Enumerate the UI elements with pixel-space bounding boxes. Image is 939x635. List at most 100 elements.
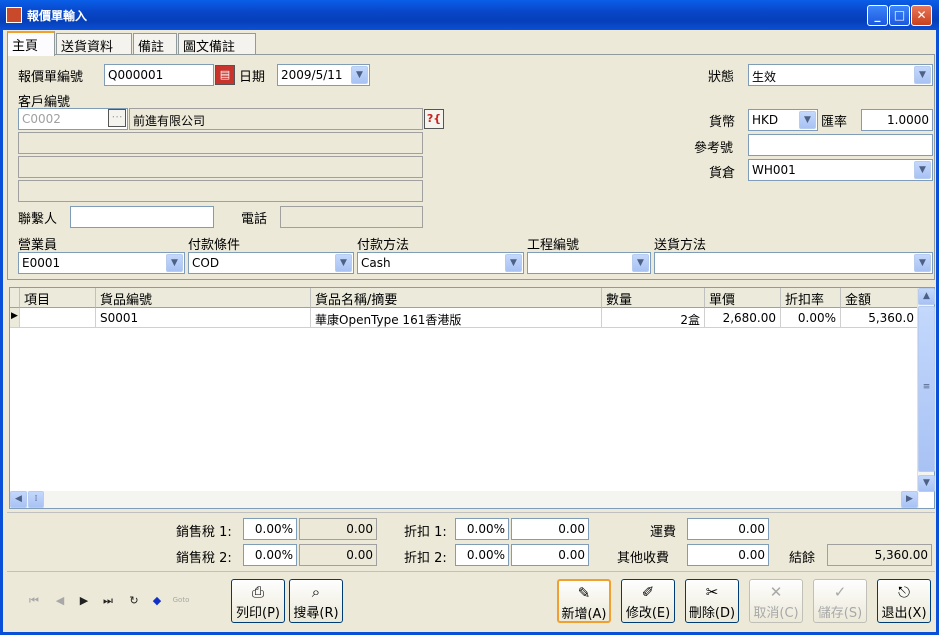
contact-label: 聯繫人 (18, 212, 58, 227)
save-button[interactable]: ✓ 儲存(S) (813, 579, 867, 623)
paymethod-label: 付款方法 (357, 238, 410, 253)
discount2-rate-field[interactable]: 0.00% (455, 544, 509, 566)
eraser-icon: ✂ (705, 583, 719, 601)
scroll-thumb[interactable]: ≡ (918, 306, 935, 472)
col-header-amount[interactable]: 金額 (841, 288, 919, 308)
date-label: 日期 (239, 70, 266, 85)
totals-footer: 銷售稅 1: 0.00% 0.00 銷售稅 2: 0.00% 0.00 折扣 1… (7, 512, 935, 569)
paymethod-select[interactable]: Cash ▼ (357, 252, 524, 274)
discount1-amount-field[interactable]: 0.00 (511, 518, 589, 540)
scroll-right-icon[interactable]: ▶ (901, 491, 918, 508)
last-record-icon[interactable]: ⏭ (99, 594, 117, 610)
chevron-down-icon[interactable]: ▼ (166, 254, 183, 272)
table-cell-item[interactable] (20, 308, 96, 328)
chevron-down-icon[interactable]: ▼ (335, 254, 352, 272)
currency-select[interactable]: HKD ▼ (748, 109, 818, 131)
printer-icon: ⎙ (251, 583, 264, 601)
col-header-name[interactable]: 貨品名稱/摘要 (311, 288, 602, 308)
exit-button[interactable]: ⎋ 退出(X) (877, 579, 931, 623)
col-header-item[interactable]: 項目 (20, 288, 96, 308)
chevron-down-icon[interactable]: ▼ (914, 161, 931, 179)
status-select[interactable]: 生效 ▼ (748, 64, 933, 86)
tab-main[interactable]: 主頁 (7, 31, 55, 56)
goto-icon[interactable]: Goto (172, 596, 190, 612)
main-panel: 報價單編號 Q000001 ▤ 日期 2009/5/11 ▼ 狀態 生效 ▼ 客戶編… (7, 54, 935, 280)
table-cell-code[interactable]: S0001 (96, 308, 311, 328)
col-header-discount[interactable]: 折扣率 (781, 288, 841, 308)
scroll-up-icon[interactable]: ▲ (918, 288, 935, 305)
quotation-window: 報價單輸入 _ □ ✕ 主頁 送貨資料 備註 圖文備註 報價單編號 Q00000… (0, 0, 939, 635)
customer-code-field[interactable]: C0002 ⋯ (18, 108, 128, 130)
next-record-icon[interactable]: ▶ (75, 594, 93, 610)
col-header-price[interactable]: 單價 (705, 288, 781, 308)
scroll-left-icon[interactable]: ◀ (10, 491, 27, 508)
table-cell-discount[interactable]: 0.00% (781, 308, 841, 328)
maximize-button[interactable]: □ (889, 5, 910, 26)
previous-record-icon[interactable]: ◀ (51, 594, 69, 610)
table-cell-price[interactable]: 2,680.00 (705, 308, 781, 328)
balance-field: 5,360.00 (827, 544, 932, 566)
help-icon[interactable]: ?{ (424, 109, 444, 129)
ref-field[interactable] (748, 134, 933, 156)
salesman-value: E0001 (22, 256, 61, 270)
add-button[interactable]: ✎ 新增(A) (557, 579, 611, 623)
items-grid[interactable]: 項目 貨品編號 貨品名稱/摘要 數量 單價 折扣率 金額 ▶ S0001 華康O… (9, 287, 935, 509)
chevron-down-icon[interactable]: ▼ (632, 254, 649, 272)
project-label: 工程編號 (527, 238, 580, 253)
cancel-button[interactable]: ✕ 取消(C) (749, 579, 803, 623)
customer-name-field: 前進有限公司 (129, 108, 423, 130)
tab-delivery[interactable]: 送貨資料 (56, 33, 132, 55)
discount2-amount-field[interactable]: 0.00 (511, 544, 589, 566)
date-field[interactable]: 2009/5/11 ▼ (277, 64, 370, 86)
print-button[interactable]: ⎙ 列印(P) (231, 579, 285, 623)
minimize-button[interactable]: _ (867, 5, 888, 26)
horizontal-scrollbar[interactable]: ◀ ⁞ ▶ (10, 491, 919, 508)
tab-remarks[interactable]: 備註 (133, 33, 177, 55)
search-button[interactable]: ⌕ 搜尋(R) (289, 579, 343, 623)
col-header-qty[interactable]: 數量 (602, 288, 705, 308)
tax2-amount-field: 0.00 (299, 544, 377, 566)
cancel-x-icon: ✕ (769, 583, 783, 601)
quote-no-label: 報價單編號 (18, 70, 84, 85)
bookmark-icon[interactable]: ◆ (148, 594, 166, 610)
warehouse-select[interactable]: WH001 ▼ (748, 159, 933, 181)
search-icon: ⌕ (311, 583, 321, 601)
discount1-rate-field[interactable]: 0.00% (455, 518, 509, 540)
tax1-rate-field[interactable]: 0.00% (243, 518, 297, 540)
project-select[interactable]: ▼ (527, 252, 651, 274)
chevron-down-icon[interactable]: ▼ (351, 66, 368, 84)
payterm-select[interactable]: COD ▼ (188, 252, 354, 274)
contact-field[interactable] (70, 206, 214, 228)
freight-field[interactable]: 0.00 (687, 518, 769, 540)
discount1-label: 折扣 1: (404, 525, 447, 540)
balance-label: 結餘 (789, 551, 816, 566)
table-cell-amount[interactable]: 5,360.0 (841, 308, 919, 328)
tab-image-remarks[interactable]: 圖文備註 (178, 33, 256, 55)
quote-no-field[interactable]: Q000001 (104, 64, 214, 86)
vertical-scrollbar[interactable]: ▲ ≡ ▼ (917, 288, 935, 492)
table-cell-name[interactable]: 華康OpenType 161香港版 (311, 308, 602, 328)
delete-button[interactable]: ✂ 刪除(D) (685, 579, 739, 623)
table-cell-qty[interactable]: 2盒 (602, 308, 705, 328)
close-button[interactable]: ✕ (911, 5, 932, 26)
rate-label: 匯率 (821, 115, 848, 130)
rate-field[interactable]: 1.0000 (861, 109, 933, 131)
lookup-book-icon[interactable]: ▤ (215, 65, 235, 85)
salesman-select[interactable]: E0001 ▼ (18, 252, 185, 274)
chevron-down-icon[interactable]: ▼ (914, 254, 931, 272)
scroll-down-icon[interactable]: ▼ (918, 475, 935, 492)
other-charges-field[interactable]: 0.00 (687, 544, 769, 566)
chevron-down-icon[interactable]: ▼ (914, 66, 931, 84)
hscroll-thumb[interactable]: ⁞ (28, 491, 44, 508)
phone-field[interactable] (280, 206, 423, 228)
payterm-value: COD (192, 256, 220, 270)
col-header-code[interactable]: 貨品編號 (96, 288, 311, 308)
chevron-down-icon[interactable]: ▼ (505, 254, 522, 272)
first-record-icon[interactable]: ⏮ (25, 594, 43, 610)
ellipsis-icon[interactable]: ⋯ (108, 109, 126, 127)
refresh-icon[interactable]: ↻ (125, 594, 143, 610)
tax2-rate-field[interactable]: 0.00% (243, 544, 297, 566)
ship-select[interactable]: ▼ (654, 252, 933, 274)
chevron-down-icon[interactable]: ▼ (799, 111, 816, 129)
edit-button[interactable]: ✐ 修改(E) (621, 579, 675, 623)
